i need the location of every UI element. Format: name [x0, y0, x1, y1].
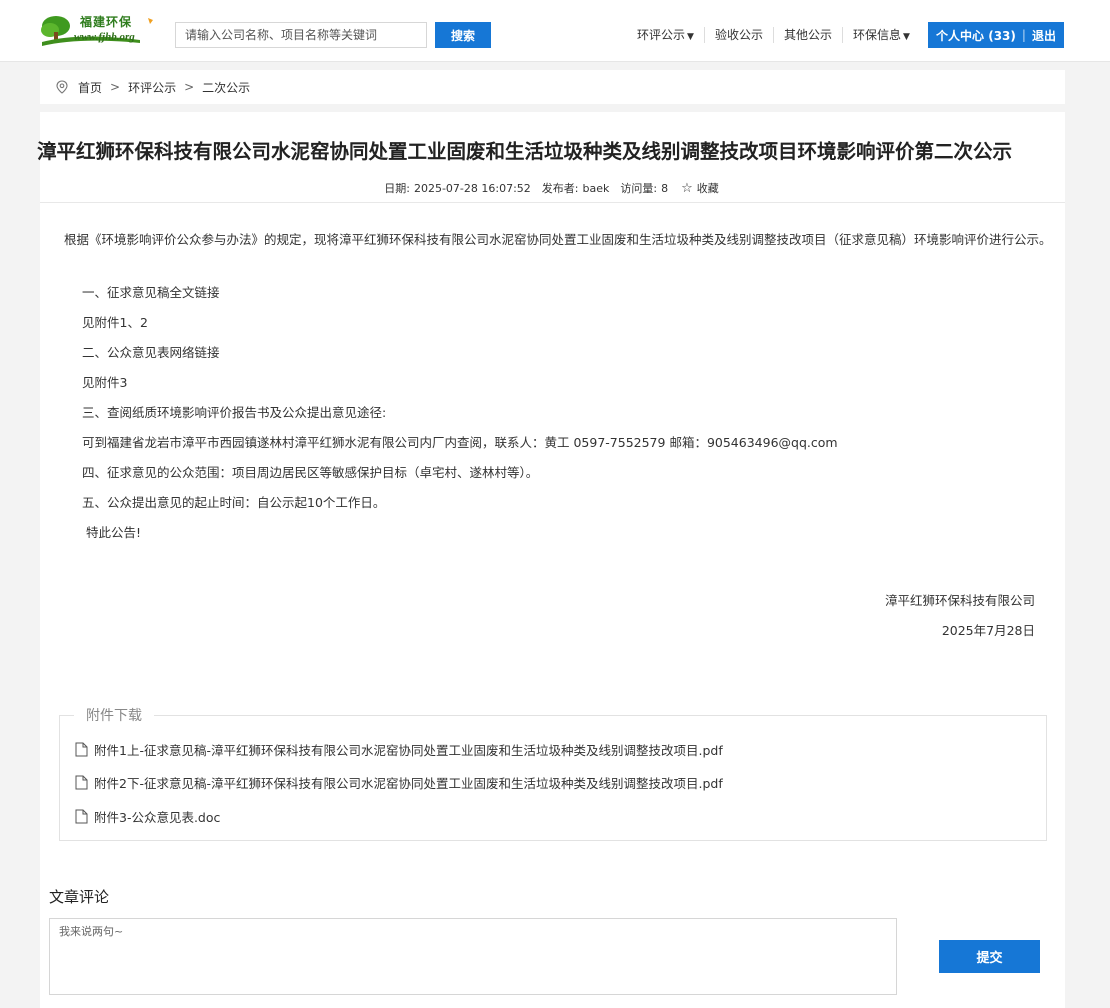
signature-date: 2025年7月28日	[941, 623, 1035, 638]
divider	[40, 202, 1065, 203]
body-line: 可到福建省龙岩市漳平市西园镇遂林村漳平红狮水泥有限公司内厂内查阅，联系人：黄工 …	[82, 435, 838, 450]
attachments-box: 附件下载 附件1上-征求意见稿-漳平红狮环保科技有限公司水泥窑协同处置工业固废和…	[59, 705, 1047, 841]
nav-label: 其他公示	[783, 28, 832, 42]
separator: |	[1021, 28, 1026, 42]
breadcrumb-home[interactable]: 首页	[78, 79, 102, 96]
body-line: 四、征求意见的公众范围：项目周边居民区等敏感保护目标（卓宅村、遂林村等）。	[82, 465, 539, 480]
intro-paragraph: 根据《环境影响评价公众参与办法》的规定，现将漳平红狮环保科技有限公司水泥窑协同处…	[64, 232, 1052, 247]
article-panel: 漳平红狮环保科技有限公司水泥窑协同处置工业固废和生活垃圾种类及线别调整技改项目环…	[37, 112, 1065, 1008]
file-icon	[75, 742, 88, 757]
article-date: 2025-07-28 16:07:52	[413, 182, 531, 195]
nav-label: 环评公示	[637, 28, 686, 42]
chevron-right-icon: >	[110, 80, 121, 94]
article-meta: 日期: 2025-07-28 16:07:52 发布者: baek 访问量: 8 ☆ 收…	[40, 180, 1065, 196]
body-line: 特此公告!	[86, 525, 142, 540]
nav-other-publicity[interactable]: 其他公示	[774, 27, 843, 43]
body-line: 二、公众意见表网络链接	[82, 345, 220, 360]
views-label: 访问量:	[620, 182, 658, 195]
user-center-bar: 个人中心 (33) | 退出	[928, 22, 1064, 48]
attachment-link[interactable]: 附件1上-征求意见稿-漳平红狮环保科技有限公司水泥窑协同处置工业固废和生活垃圾种…	[75, 740, 723, 759]
site-logo[interactable]: 福建环保 www.fjhb.org	[40, 12, 160, 52]
body-line: 五、公众提出意见的起止时间：自公示起10个工作日。	[82, 495, 386, 510]
nav-label: 验收公示	[714, 28, 763, 42]
chevron-right-icon: >	[184, 80, 195, 94]
article-title: 漳平红狮环保科技有限公司水泥窑协同处置工业固废和生活垃圾种类及线别调整技改项目环…	[37, 140, 1013, 163]
body-line: 见附件1、2	[82, 315, 148, 330]
attachment-link[interactable]: 附件2下-征求意见稿-漳平红狮环保科技有限公司水泥窑协同处置工业固废和生活垃圾种…	[75, 773, 723, 792]
attachment-name: 附件1上-征求意见稿-漳平红狮环保科技有限公司水泥窑协同处置工业固废和生活垃圾种…	[94, 743, 723, 758]
logout-link[interactable]: 退出	[1032, 27, 1056, 44]
nav-env-info[interactable]: 环保信息 ▼	[843, 27, 920, 43]
breadcrumb: 首页 > 环评公示 > 二次公示	[40, 70, 1065, 104]
breadcrumb-current: 二次公示	[202, 80, 251, 95]
logo-url: www.fjhb.org	[74, 31, 135, 43]
body-line: 见附件3	[82, 375, 128, 390]
body-line: 一、征求意见稿全文链接	[82, 285, 220, 300]
search-button[interactable]: 搜索	[435, 22, 491, 48]
logo-title: 福建环保	[80, 15, 133, 29]
caret-down-icon: ▼	[902, 32, 910, 42]
date-label: 日期:	[384, 182, 410, 195]
user-center-link[interactable]: 个人中心 (33)	[936, 27, 1016, 44]
favorite-button[interactable]: ☆ 收藏	[679, 181, 721, 196]
attachments-legend: 附件下载	[74, 705, 154, 725]
submit-comment-button[interactable]: 提交	[939, 940, 1040, 973]
nav-label: 环保信息	[852, 28, 901, 42]
breadcrumb-eia[interactable]: 环评公示	[128, 79, 176, 96]
top-navigation-bar: 福建环保 www.fjhb.org 搜索 环评公示▼ 验收公示 其他公示 环保信…	[0, 0, 1110, 62]
file-icon	[75, 809, 88, 824]
search-input[interactable]	[175, 22, 427, 48]
comment-input[interactable]	[49, 918, 897, 995]
favorite-label: 收藏	[696, 182, 719, 195]
file-icon	[75, 775, 88, 790]
main-nav: 环评公示 ▼ 验收公示 其他公示 环保信息 ▼	[627, 22, 920, 48]
location-pin-icon	[56, 80, 68, 94]
article-body: 根据《环境影响评价公众参与办法》的规定，现将漳平红狮环保科技有限公司水泥窑协同处…	[40, 230, 1055, 638]
nav-eia-publicity[interactable]: 环评公示 ▼	[627, 27, 705, 43]
article-publisher: baek	[582, 182, 610, 195]
article-views: 8	[661, 182, 669, 195]
star-icon: ☆	[681, 181, 693, 196]
body-line: 三、查阅纸质环境影响评价报告书及公众提出意见途径:	[82, 405, 387, 420]
attachment-name: 附件3-公众意见表.doc	[94, 810, 221, 825]
signature-company: 漳平红狮环保科技有限公司	[884, 593, 1035, 608]
caret-down-icon: ▼	[687, 32, 694, 42]
nav-acceptance-publicity[interactable]: 验收公示	[705, 27, 774, 43]
publisher-label: 发布者:	[541, 182, 579, 195]
attachment-link[interactable]: 附件3-公众意见表.doc	[75, 807, 220, 826]
comments-title: 文章评论	[49, 888, 110, 906]
attachment-name: 附件2下-征求意见稿-漳平红狮环保科技有限公司水泥窑协同处置工业固废和生活垃圾种…	[94, 776, 723, 791]
